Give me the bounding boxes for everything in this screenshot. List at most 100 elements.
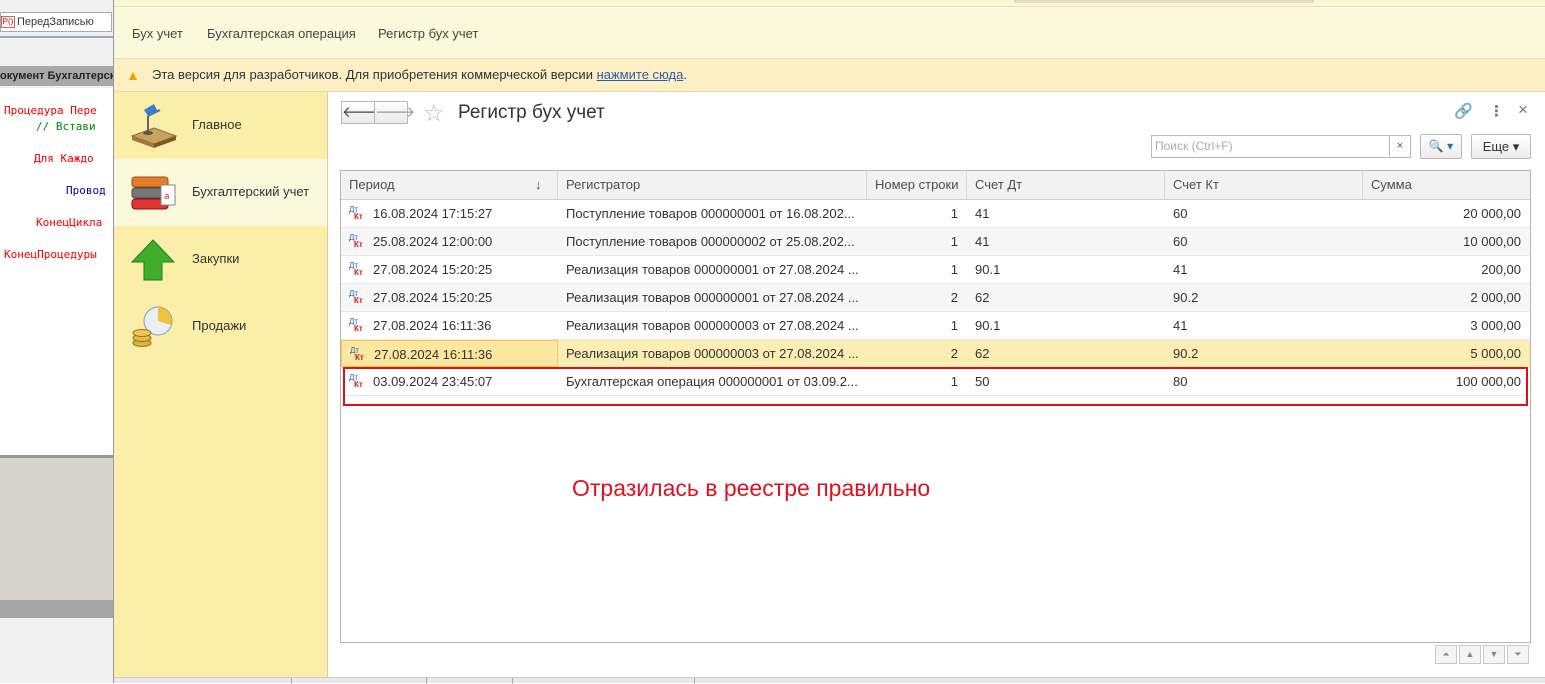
procedure-select[interactable]: P() ПередЗаписью (0, 12, 112, 32)
cell-registrar[interactable]: Реализация товаров 000000003 от 27.08.20… (558, 312, 867, 339)
cell-sum[interactable]: 200,00 (1363, 256, 1530, 283)
cell-kt[interactable]: 60 (1165, 228, 1363, 255)
table-header: Период ↓ Регистратор Номер строки Счет Д… (341, 171, 1530, 200)
cell-kt[interactable]: 41 (1165, 256, 1363, 283)
notice-link[interactable]: нажмите сюда (597, 67, 684, 82)
column-header-period[interactable]: Период ↓ (341, 171, 558, 200)
cell-sum[interactable]: 100 000,00 (1363, 368, 1530, 395)
column-header-label: Период (349, 177, 395, 192)
cell-dt[interactable]: 62 (967, 340, 1165, 367)
code-editor[interactable]: Процедура Пере // Встави Для Каждо Прово… (0, 88, 113, 455)
cell-sum[interactable]: 2 000,00 (1363, 284, 1530, 311)
cell-text: 62 (975, 290, 990, 305)
cell-sum[interactable]: 20 000,00 (1363, 200, 1530, 227)
cell-registrar[interactable]: Поступление товаров 000000001 от 16.08.2… (558, 200, 867, 227)
sort-desc-icon: ↓ (535, 177, 542, 192)
cell-period[interactable]: Дт Кт 03.09.2024 23:45:07 (341, 368, 558, 395)
cell-period[interactable]: Дт Кт 27.08.2024 16:11:36 (341, 340, 558, 367)
search-clear-button[interactable]: × (1389, 135, 1411, 158)
ide-lower-panel (0, 455, 113, 600)
forward-button[interactable]: 🡒 (374, 101, 415, 124)
column-header-dt[interactable]: Счет Дт (967, 171, 1165, 200)
cell-text: 27.08.2024 16:11:36 (374, 347, 493, 362)
column-header-sum[interactable]: Сумма (1363, 171, 1530, 200)
cell-period[interactable]: Дт Кт 27.08.2024 16:11:36 (341, 312, 558, 339)
credit-label: Кт (354, 240, 363, 249)
cell-text: 90.1 (975, 318, 1001, 333)
cell-dt[interactable]: 41 (967, 228, 1165, 255)
cell-line[interactable]: 1 (867, 368, 967, 395)
more-actions-icon[interactable]: ⋮ (1489, 102, 1504, 120)
cell-line[interactable]: 2 (867, 340, 967, 367)
cell-sum[interactable]: 5 000,00 (1363, 340, 1530, 367)
back-button[interactable]: 🡐 (341, 101, 382, 124)
cell-registrar[interactable]: Реализация товаров 000000001 от 27.08.20… (558, 256, 867, 283)
cell-text: 100 000,00 (1455, 374, 1521, 389)
section-main[interactable]: Главное (114, 92, 327, 159)
cell-dt[interactable]: 62 (967, 284, 1165, 311)
ide-scrollbar[interactable] (0, 600, 113, 618)
cell-sum[interactable]: 10 000,00 (1363, 228, 1530, 255)
column-header-registrar[interactable]: Регистратор (558, 171, 867, 200)
search-button[interactable]: 🔍 ▾ (1420, 134, 1462, 159)
search-input[interactable]: Поиск (Ctrl+F) (1151, 135, 1411, 158)
column-header-line[interactable]: Номер строки (867, 171, 967, 200)
cell-sum[interactable]: 3 000,00 (1363, 312, 1530, 339)
cell-line[interactable]: 1 (867, 200, 967, 227)
register-table[interactable]: Период ↓ Регистратор Номер строки Счет Д… (340, 170, 1531, 643)
table-row[interactable]: Дт Кт 27.08.2024 16:11:36 Реализация товаро… (341, 312, 1530, 340)
link-icon[interactable]: 🔗 (1454, 102, 1473, 120)
cell-dt[interactable]: 41 (967, 200, 1165, 227)
cell-text: 3 000,00 (1470, 318, 1521, 333)
section-sales[interactable]: Продажи (114, 293, 327, 360)
cell-text: 1 (950, 234, 958, 249)
cell-period[interactable]: Дт Кт 25.08.2024 12:00:00 (341, 228, 558, 255)
cell-text: 90.1 (975, 262, 1001, 277)
table-row[interactable]: Дт Кт 03.09.2024 23:45:07 Бухгалтерская опе… (341, 368, 1530, 396)
cell-text: 2 (950, 290, 958, 305)
section-menu-bar: Бух учет Бухгалтерская операция Регистр … (114, 6, 1545, 59)
menu-item-buh-uchet[interactable]: Бух учет (132, 26, 183, 41)
column-header-kt[interactable]: Счет Кт (1165, 171, 1363, 200)
menu-item-register[interactable]: Регистр бух учет (378, 26, 478, 41)
table-row[interactable]: Дт Кт 27.08.2024 15:20:25 Реализация товаро… (341, 284, 1530, 312)
cell-dt[interactable]: 90.1 (967, 312, 1165, 339)
cell-period[interactable]: Дт Кт 16.08.2024 17:15:27 (341, 200, 558, 227)
cell-kt[interactable]: 60 (1165, 200, 1363, 227)
notice-text: Эта версия для разработчиков. Для приобр… (152, 67, 593, 82)
scroll-up-button[interactable]: ▲ (1459, 645, 1481, 664)
binders-icon: a (131, 176, 176, 210)
table-row[interactable]: Дт Кт 27.08.2024 16:11:36 Реализация товаро… (341, 340, 1530, 368)
cell-registrar[interactable]: Поступление товаров 000000002 от 25.08.2… (558, 228, 867, 255)
table-row[interactable]: Дт Кт 25.08.2024 12:00:00 Поступление товар… (341, 228, 1530, 256)
cell-text: 41 (975, 206, 990, 221)
cell-line[interactable]: 2 (867, 284, 967, 311)
cell-registrar[interactable]: Реализация товаров 000000003 от 27.08.20… (558, 340, 867, 367)
cell-kt[interactable]: 90.2 (1165, 340, 1363, 367)
cell-line[interactable]: 1 (867, 256, 967, 283)
credit-label: Кт (354, 296, 363, 305)
cell-registrar[interactable]: Реализация товаров 000000001 от 27.08.20… (558, 284, 867, 311)
cell-line[interactable]: 1 (867, 228, 967, 255)
section-purchases[interactable]: Закупки (114, 226, 327, 293)
scroll-last-button[interactable]: ⏷ (1507, 645, 1529, 664)
cell-kt[interactable]: 41 (1165, 312, 1363, 339)
scroll-first-button[interactable]: ⏶ (1435, 645, 1457, 664)
table-row[interactable]: Дт Кт 27.08.2024 15:20:25 Реализация товаро… (341, 256, 1530, 284)
cell-text: 2 (950, 346, 958, 361)
menu-item-buh-operation[interactable]: Бухгалтерская операция (207, 26, 356, 41)
cell-dt[interactable]: 50 (967, 368, 1165, 395)
table-row[interactable]: Дт Кт 16.08.2024 17:15:27 Поступление товар… (341, 200, 1530, 228)
cell-period[interactable]: Дт Кт 27.08.2024 15:20:25 (341, 284, 558, 311)
cell-line[interactable]: 1 (867, 312, 967, 339)
scroll-down-button[interactable]: ▼ (1483, 645, 1505, 664)
cell-period[interactable]: Дт Кт 27.08.2024 15:20:25 (341, 256, 558, 283)
close-icon[interactable]: × (1518, 100, 1528, 120)
section-accounting[interactable]: a Бухгалтерский учет (114, 159, 327, 226)
favorite-star-icon[interactable]: ☆ (423, 99, 445, 128)
cell-registrar[interactable]: Бухгалтерская операция 000000001 от 03.0… (558, 368, 867, 395)
cell-kt[interactable]: 80 (1165, 368, 1363, 395)
more-button[interactable]: Еще ▾ (1471, 134, 1531, 159)
cell-dt[interactable]: 90.1 (967, 256, 1165, 283)
cell-kt[interactable]: 90.2 (1165, 284, 1363, 311)
